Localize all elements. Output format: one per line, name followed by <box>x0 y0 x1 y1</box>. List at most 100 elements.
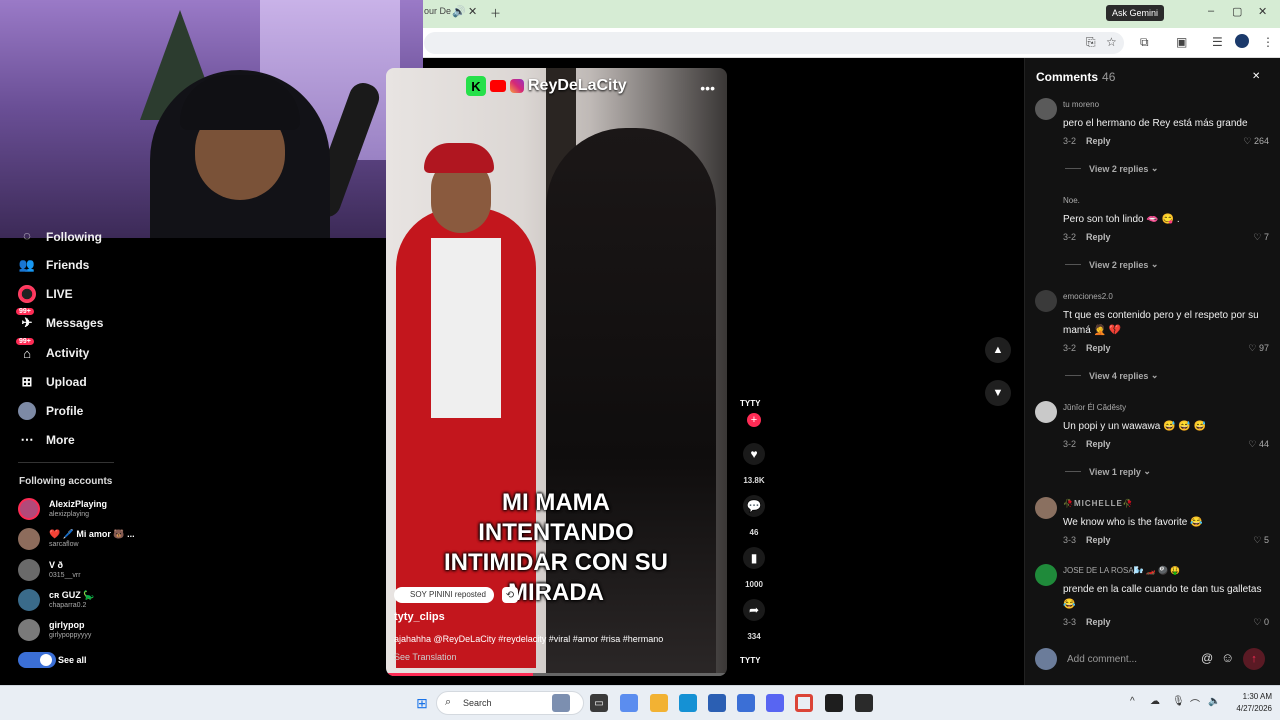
view-replies-button[interactable]: View 1 reply ⌄ <box>1065 466 1151 477</box>
sidebar-item-more[interactable]: ⋯ More <box>18 429 75 451</box>
view-replies-button[interactable]: View 4 replies ⌄ <box>1065 370 1158 381</box>
avatar[interactable] <box>1035 98 1057 120</box>
video-player[interactable]: K ReyDeLaCity ••• MI MAMA INTENTANDO INT… <box>386 68 727 676</box>
speaker-icon[interactable]: 🔊 <box>452 5 466 18</box>
following-account[interactable]: girlypop girlypoppyyyy <box>18 618 91 642</box>
edge-icon[interactable] <box>679 694 697 712</box>
menu-lines-icon[interactable]: ☰ <box>1212 35 1223 49</box>
send-arrow-icon[interactable]: ↑ <box>1243 648 1265 670</box>
avatar[interactable] <box>1035 497 1057 519</box>
gemini-badge[interactable]: Ask Gemini <box>1106 5 1165 21</box>
comment-user[interactable]: emociones2.0 <box>1063 292 1113 301</box>
comment-user[interactable]: tu moreno <box>1063 100 1099 109</box>
comment-like[interactable]: ♡ 97 <box>1248 343 1269 354</box>
see-translation-link[interactable]: See Translation <box>394 652 457 662</box>
following-account[interactable]: cʀ GUZ 🦕 chaparra0.2 <box>18 588 94 612</box>
sound-label[interactable]: TYTY <box>740 656 760 665</box>
comment-user[interactable]: 🥀MICHELLE🥀 <box>1063 499 1134 508</box>
discord-icon[interactable] <box>766 694 784 712</box>
view-replies-button[interactable]: View 2 replies ⌄ <box>1065 163 1158 174</box>
following-account[interactable]: AlexizPlaying alexizplaying <box>18 497 107 521</box>
comment-icon[interactable]: 💬 <box>743 495 765 517</box>
reply-button[interactable]: Reply <box>1086 439 1111 449</box>
reply-button[interactable]: Reply <box>1086 343 1111 353</box>
close-tab-icon[interactable]: ✕ <box>468 5 477 18</box>
video-more-icon[interactable]: ••• <box>700 80 715 96</box>
share-arrow-icon[interactable]: ➦ <box>743 599 765 621</box>
close-window-icon[interactable]: ✕ <box>1258 5 1267 18</box>
wifi-icon[interactable]: ⌒ <box>1190 696 1200 711</box>
emoji-icon[interactable]: ☺ <box>1221 650 1234 665</box>
following-account[interactable]: ❤️ 🖊️ Mi amor 🐻 ... sarcaflow <box>18 527 135 551</box>
tab-title[interactable]: our De <box>424 6 451 16</box>
clock[interactable]: 1:30 AM 4/27/2026 <box>1228 691 1272 715</box>
close-icon[interactable]: ✕ <box>1252 71 1266 85</box>
video-author[interactable]: tyty_clips <box>394 611 445 623</box>
sidebar-item-friends[interactable]: 👥 Friends <box>18 254 89 276</box>
tray-chevron-icon[interactable]: ^ <box>1130 696 1135 707</box>
windows-start-icon[interactable]: ⊞ <box>413 694 431 712</box>
avatar[interactable] <box>1035 401 1057 423</box>
creator-name[interactable]: TYTY <box>740 399 760 408</box>
tray-mic-icon[interactable]: 🎙 <box>1172 696 1185 707</box>
view-replies-button[interactable]: View 2 replies ⌄ <box>1065 259 1158 270</box>
comment-meta: 3-3 Reply <box>1063 535 1111 545</box>
sidebar-item-activity[interactable]: ⌂ 99+ Activity <box>16 338 89 364</box>
install-icon[interactable]: ⎘ <box>1086 35 1096 50</box>
store-icon[interactable] <box>620 694 638 712</box>
widget-icon[interactable] <box>552 694 570 712</box>
avatar[interactable] <box>1035 564 1057 586</box>
extensions-icon[interactable]: ⧉ <box>1140 35 1149 50</box>
see-all-link[interactable]: See all <box>18 651 87 669</box>
bookmark-icon[interactable]: ▮ <box>743 547 765 569</box>
video-progress-bar[interactable] <box>386 673 727 676</box>
terminal-icon[interactable] <box>825 694 843 712</box>
comment-user[interactable]: Noe. <box>1063 196 1080 205</box>
sidebar-item-profile[interactable]: Profile <box>18 400 83 422</box>
kebab-menu-icon[interactable]: ⋮ <box>1262 35 1274 49</box>
maximize-icon[interactable]: ▢ <box>1232 5 1242 18</box>
toggle-icon[interactable] <box>18 652 56 668</box>
chevron-down-icon[interactable]: ▼ <box>985 380 1011 406</box>
comment-text: pero el hermano de Rey está más grande <box>1063 118 1248 129</box>
obs-icon[interactable] <box>855 694 873 712</box>
omnibox[interactable] <box>424 32 1124 54</box>
reply-button[interactable]: Reply <box>1086 535 1111 545</box>
following-account[interactable]: V ð 0315__vrr <box>18 558 81 582</box>
sidebar-item-messages[interactable]: ✈ 99+ Messages <box>16 308 103 334</box>
like-heart-icon[interactable]: ♥ <box>743 443 765 465</box>
new-tab-icon[interactable]: ＋ <box>490 5 501 21</box>
repost-label[interactable]: SOY PININI reposted <box>394 587 494 603</box>
chrome-icon[interactable] <box>795 694 813 712</box>
comment-like[interactable]: ♡ 0 <box>1253 617 1269 628</box>
comment-like[interactable]: ♡ 44 <box>1248 439 1269 450</box>
bookmark-star-icon[interactable]: ☆ <box>1106 35 1117 49</box>
comment-like[interactable]: ♡ 264 <box>1243 136 1269 147</box>
volume-icon[interactable]: 🔈 <box>1208 696 1220 707</box>
app-icon[interactable] <box>708 694 726 712</box>
comment-like[interactable]: ♡ 7 <box>1253 232 1269 243</box>
sidebar-item-following[interactable]: ◌ Following <box>18 232 102 244</box>
profile-avatar[interactable] <box>1235 34 1249 48</box>
avatar[interactable] <box>1035 194 1057 216</box>
instagram-icon <box>510 79 524 93</box>
task-view-icon[interactable]: ▭ <box>590 694 608 712</box>
reply-button[interactable]: Reply <box>1086 232 1111 242</box>
tray-network-icon[interactable]: ☁ <box>1150 696 1160 707</box>
sidebar-item-upload[interactable]: ⊞ Upload <box>18 371 87 393</box>
reply-button[interactable]: Reply <box>1086 617 1111 627</box>
settings-icon[interactable] <box>737 694 755 712</box>
comment-user[interactable]: Jŭnĭor Él Cădĕsty <box>1063 403 1126 412</box>
comment-user[interactable]: JOSE DE LA ROSA🌬️ 🏎️ 🎱 🤑 <box>1063 566 1180 575</box>
comment-like[interactable]: ♡ 5 <box>1253 535 1269 546</box>
minimize-icon[interactable]: – <box>1208 5 1214 17</box>
mention-icon[interactable]: @ <box>1201 651 1213 665</box>
sidepanel-icon[interactable]: ▣ <box>1176 35 1187 49</box>
avatar[interactable] <box>1035 290 1057 312</box>
chevron-up-icon[interactable]: ▲ <box>985 337 1011 363</box>
repost-icon[interactable]: ⟲ <box>502 587 518 603</box>
file-explorer-icon[interactable] <box>650 694 668 712</box>
follow-plus-icon[interactable]: + <box>747 413 761 427</box>
reply-button[interactable]: Reply <box>1086 136 1111 146</box>
sidebar-item-live[interactable]: LIVE <box>18 283 73 305</box>
